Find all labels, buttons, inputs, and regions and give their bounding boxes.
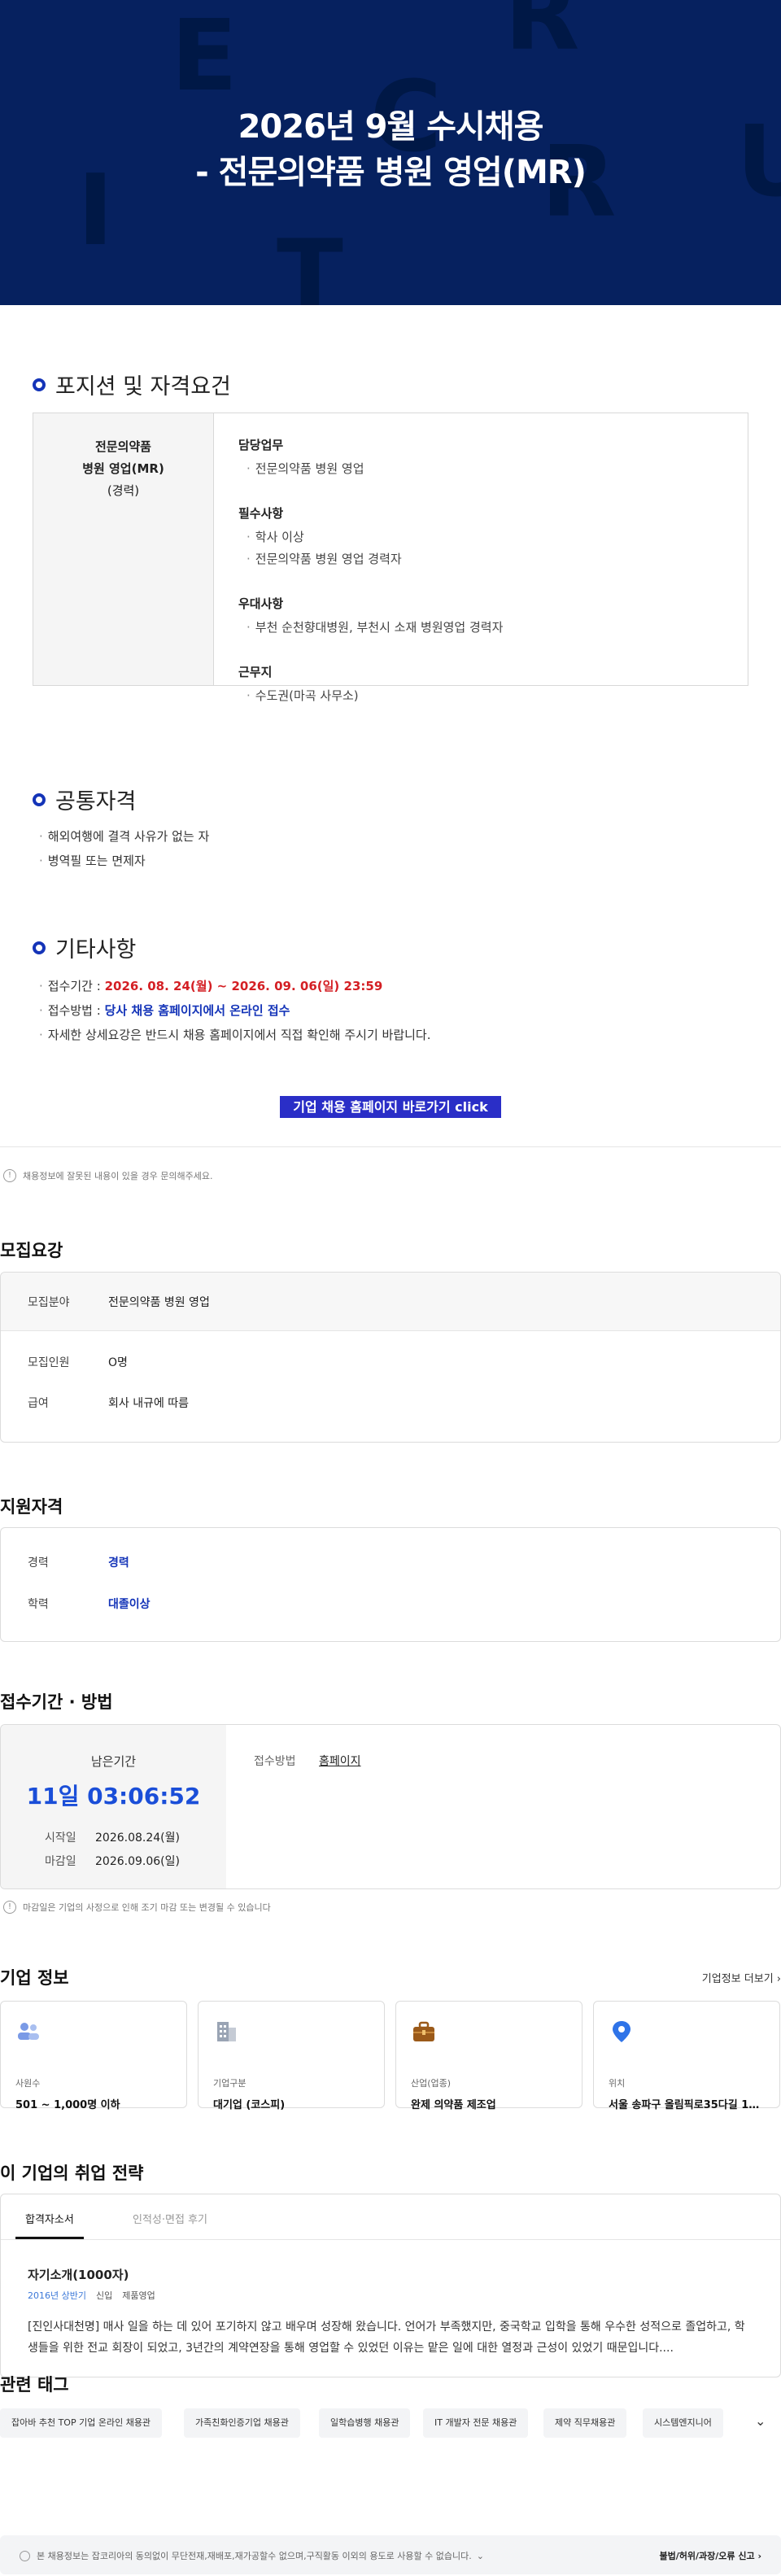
bullet-circle-icon [33,941,46,954]
company-card-type: 기업구분 대기업 (코스피) [198,2001,385,2111]
end-date-row: 마감일 2026.09.06(일) [45,1855,180,1868]
hero-deco-letter: E [171,0,238,113]
strategy-tabs: 합격자소서 인적성·면접 후기 [1,2194,780,2240]
common-qualification-heading: 공통자격 [33,784,136,815]
hero-deco-letter: R [504,0,580,72]
apply-homepage-link[interactable]: 홈페이지 [319,1753,361,1769]
tag-item[interactable]: 일학습병행 채용관 [319,2408,411,2438]
etc-period: 접수기간 : 2026. 08. 24(월) ~ 2026. 09. 06(일)… [39,974,431,998]
requirement-group: 근무지 수도권(마곡 사무소) [238,663,723,707]
briefcase-icon [413,2021,434,2041]
qualification-career-row: 경력 경력 [28,1557,129,1570]
tag-item[interactable]: 제약 직무채용관 [543,2408,627,2438]
strategy-item-body[interactable]: [진인사대천명] 매사 일을 하는 데 있어 포기하지 않고 배우며 성장해 왔… [28,2316,753,2359]
strategy-item-title[interactable]: 자기소개(1000자) [28,2266,129,2283]
tab-cover-letter[interactable]: 합격자소서 [15,2211,84,2239]
strategy-item-meta: 2016년 상반기 신입 제품영업 [28,2290,155,2301]
location-pin-icon [613,2021,630,2042]
company-title: 기업 정보 [0,1968,69,1988]
tags-title: 관련 태그 [0,2375,69,2395]
position-heading: 포지션 및 자격요건 [33,369,231,400]
report-link[interactable]: 불법/허위/과장/오류 신고 › [660,2549,761,2562]
etc-detail: 자세한 상세요강은 반드시 채용 홈페이지에서 직접 확인해 주시기 바랍니다. [39,1023,431,1047]
hero-title: 2026년 9월 수시채용 - 전문의약품 병원 영업(MR) [195,108,587,191]
hero-banner: E R C U I T R 2026년 9월 수시채용 - 전문의약품 병원 영… [0,0,781,305]
start-date-row: 시작일 2026.08.24(월) [45,1832,180,1845]
deadline-notice: ! 마감일은 기업의 사정으로 인해 조기 마감 또는 변경될 수 있습니다 [3,1901,271,1914]
chevron-down-icon[interactable]: ⌄ [477,2551,484,2561]
company-card-location: 위치 서울 송파구 올림픽로35다길 13 ... [593,2001,780,2111]
position-name-cell: 전문의약품 병원 영업(MR) (경력) [33,413,214,685]
people-icon [18,2023,39,2040]
recruit-title: 모집요강 [0,1241,63,1260]
info-icon: ! [3,1901,16,1914]
strategy-title: 이 기업의 취업 전략 [0,2163,144,2183]
copyright-info: 본 채용정보는 잡코리아의 동의없이 무단전재,재배포,재가공할수 없으며,구직… [20,2549,484,2562]
remain-countdown: 11일 03:06:52 [26,1783,201,1810]
tag-item[interactable]: IT 개발자 전문 채용관 [423,2408,529,2438]
company-more-link[interactable]: 기업정보 더보기 › [702,1970,781,1985]
recruit-field-row: 모집분야 전문의약품 병원 영업 [1,1273,780,1331]
recruit-salary-row: 급여 회사 내규에 따름 [28,1397,190,1410]
apply-box: 남은기간 11일 03:06:52 시작일 2026.08.24(월) 마감일 … [0,1724,781,1889]
requirement-group: 필수사항 학사 이상 전문의약품 병원 영업 경력자 [238,504,723,570]
tag-item[interactable]: 시스템엔지니어 [643,2408,723,2438]
info-icon [20,2550,30,2561]
building-icon [217,2022,236,2041]
info-icon: ! [3,1169,16,1182]
position-requirements-cell: 담당업무 전문의약품 병원 영업 필수사항 학사 이상 전문의약품 병원 영업 … [214,413,748,703]
posting-detail: 포지션 및 자격요건 전문의약품 병원 영업(MR) (경력) 담당업무 전문의… [0,305,781,1147]
strategy-box: 합격자소서 인적성·면접 후기 자기소개(1000자) 2016년 상반기 신입… [0,2194,781,2377]
tag-item[interactable]: 가족친화인증기업 채용관 [184,2408,300,2438]
company-card-industry: 산업(업종) 완제 의약품 제조업 [395,2001,582,2111]
qualification-title: 지원자격 [0,1497,63,1517]
requirement-group: 우대사항 부천 순천향대병원, 부천시 소재 병원영업 경력자 [238,595,723,639]
error-report-notice[interactable]: ! 채용정보에 잘못된 내용이 있을 경우 문의해주세요. [3,1169,213,1182]
apply-title: 접수기간 · 방법 [0,1692,113,1712]
recruit-count-row: 모집인원 O명 [28,1356,128,1369]
etc-list: 접수기간 : 2026. 08. 24(월) ~ 2026. 09. 06(일)… [39,974,431,1047]
qualification-box: 경력 경력 학력 대졸이상 [0,1527,781,1642]
copyright-bar: 본 채용정보는 잡코리아의 동의없이 무단전재,재배포,재가공할수 없으며,구직… [0,2535,781,2574]
bullet-circle-icon [33,792,46,806]
recruit-box: 모집분야 전문의약품 병원 영업 모집인원 O명 급여 회사 내규에 따름 [0,1272,781,1443]
company-homepage-button[interactable]: 기업 채용 홈페이지 바로가기 click [280,1096,501,1118]
company-card-employees: 사원수 501 ~ 1,000명 이하 [0,2001,187,2111]
etc-heading: 기타사항 [33,932,136,963]
bullet-circle-icon [33,378,46,391]
requirement-group: 담당업무 전문의약품 병원 영업 [238,436,723,480]
common-qualification-list: 해외여행에 결격 사유가 없는 자 병역필 또는 면제자 [39,824,209,873]
remain-label: 남은기간 [90,1754,137,1769]
tab-interview-review[interactable]: 인적성·면접 후기 [133,2211,207,2226]
qualification-edu-row: 학력 대졸이상 [28,1598,151,1611]
chevron-right-icon: › [776,1973,781,1985]
tag-item[interactable]: 잡아바 추천 TOP 기업 온라인 채용관 [0,2408,163,2438]
position-table: 전문의약품 병원 영업(MR) (경력) 담당업무 전문의약품 병원 영업 필수… [33,413,748,703]
etc-method: 접수방법 : 당사 채용 홈페이지에서 온라인 접수 [39,998,431,1023]
apply-method-row: 접수방법 홈페이지 [254,1753,361,1769]
chevron-down-icon[interactable]: ⌄ [755,2413,766,2429]
hero-deco-letter: T [277,220,343,306]
